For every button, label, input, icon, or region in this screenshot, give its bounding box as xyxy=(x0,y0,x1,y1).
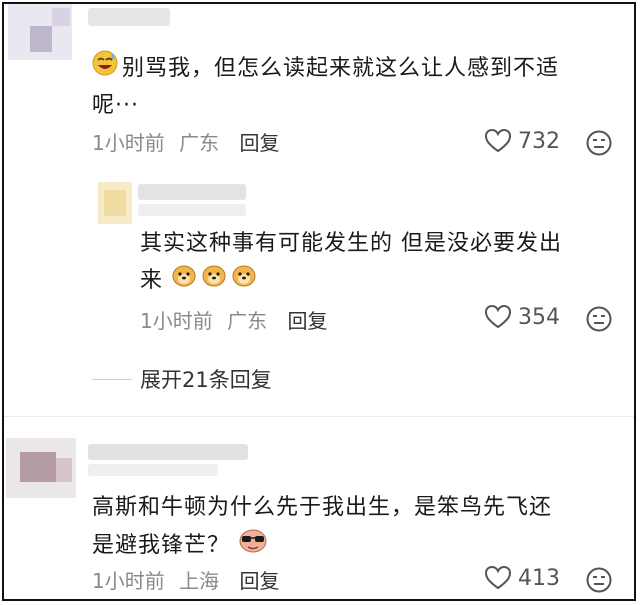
like-button[interactable]: 354 xyxy=(484,304,560,330)
comment-meta: 1小时前 上海 回复 xyxy=(92,566,279,596)
heart-icon xyxy=(484,128,512,153)
avatar[interactable] xyxy=(6,438,76,498)
comment-line-2: 呢··· xyxy=(92,93,139,118)
location: 广东 xyxy=(179,131,220,155)
comment-text: 其实这种事有可能发生的 但是没必要发出 来 xyxy=(140,226,630,300)
heart-icon xyxy=(484,304,512,329)
reply-button[interactable]: 回复 xyxy=(287,309,327,333)
comment-line-1: 别骂我，但怎么读起来就这么让人感到不适 xyxy=(122,56,560,81)
avatar[interactable] xyxy=(98,182,132,224)
comment-text: 别骂我，但怎么读起来就这么让人感到不适 呢··· xyxy=(92,50,632,124)
sad-face-icon xyxy=(586,306,612,332)
username-placeholder[interactable] xyxy=(88,8,170,26)
timestamp: 1小时前 xyxy=(92,569,165,593)
dislike-button[interactable] xyxy=(585,305,613,337)
comment-line-2: 是避我锋芒？ xyxy=(92,533,231,558)
separator xyxy=(4,416,634,417)
reply-button[interactable]: 回复 xyxy=(239,569,279,593)
like-count: 732 xyxy=(518,128,560,154)
comment-meta: 1小时前 广东 回复 xyxy=(92,128,279,158)
dog-emoji xyxy=(231,262,257,300)
dog-emoji xyxy=(171,262,197,300)
comment-line-1: 其实这种事有可能发生的 但是没必要发出 xyxy=(140,231,562,256)
comment-line-2: 来 xyxy=(140,268,164,293)
like-count: 413 xyxy=(518,565,560,591)
username-placeholder xyxy=(88,464,218,476)
username-placeholder[interactable] xyxy=(88,444,248,460)
dog-emoji xyxy=(201,262,227,300)
location: 广东 xyxy=(227,309,268,333)
heart-icon xyxy=(484,565,512,590)
comment-text: 高斯和牛顿为什么先于我出生，是笨鸟先飞还 是避我锋芒？ xyxy=(92,490,632,566)
sad-face-icon xyxy=(586,567,612,593)
sunglasses-emoji xyxy=(238,526,268,566)
expand-divider xyxy=(92,378,132,380)
sad-face-icon xyxy=(586,130,612,156)
dislike-button[interactable] xyxy=(585,129,613,161)
grinning-sweat-emoji xyxy=(92,50,118,88)
dislike-button[interactable] xyxy=(585,566,613,598)
expand-replies-button[interactable]: 展开21条回复 xyxy=(92,364,272,394)
like-count: 354 xyxy=(518,304,560,330)
location: 上海 xyxy=(179,569,220,593)
avatar[interactable] xyxy=(8,4,72,60)
expand-replies-label: 展开21条回复 xyxy=(140,368,272,392)
username-placeholder[interactable] xyxy=(138,184,246,200)
comment-line-1: 高斯和牛顿为什么先于我出生，是笨鸟先飞还 xyxy=(92,495,553,520)
comment-meta: 1小时前 广东 回复 xyxy=(140,306,327,336)
username-placeholder xyxy=(138,204,246,216)
reply-button[interactable]: 回复 xyxy=(239,131,279,155)
like-button[interactable]: 732 xyxy=(484,128,560,154)
timestamp: 1小时前 xyxy=(92,131,165,155)
like-button[interactable]: 413 xyxy=(484,565,560,591)
comment-list: 别骂我，但怎么读起来就这么让人感到不适 呢··· 1小时前 广东 回复 732 … xyxy=(2,2,636,601)
timestamp: 1小时前 xyxy=(140,309,213,333)
